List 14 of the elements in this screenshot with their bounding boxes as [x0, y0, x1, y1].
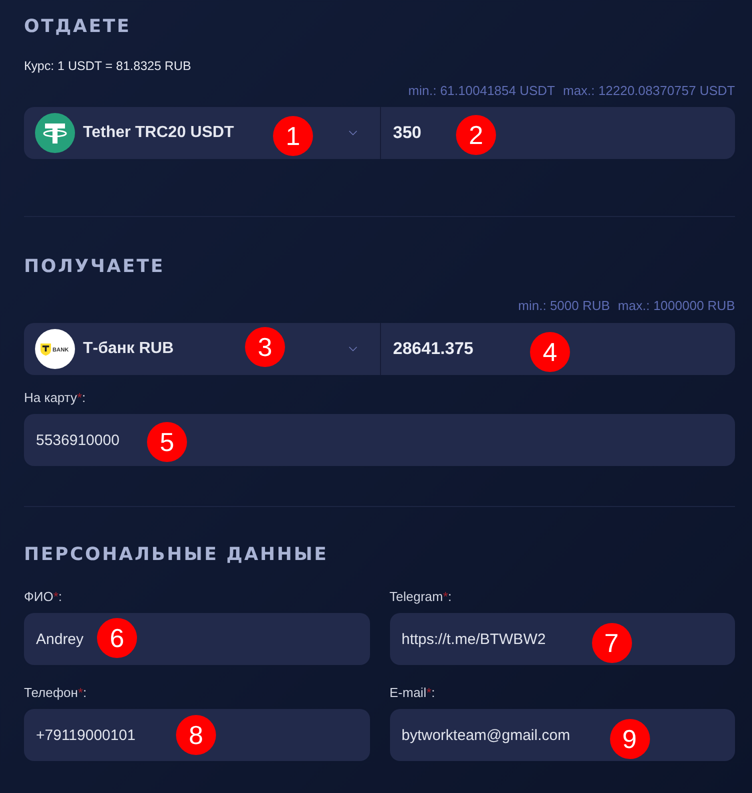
field-label: E-mail*: [390, 685, 436, 701]
section-heading: ОТДАЕТЕ [24, 17, 132, 37]
limit-text: max.: 1000000 RUB [618, 298, 735, 314]
section-heading: ПОЛУЧАЕТЕ [24, 257, 166, 277]
tether-logo-icon [35, 113, 75, 153]
section-heading: ПЕРСОНАЛЬНЫЕ ДАННЫЕ [24, 545, 330, 565]
field-label: На карту*: [24, 390, 87, 406]
limit-text: min.: 61.10041854 USDT [408, 83, 555, 99]
exchange-rate-text: Курс: 1 USDT = 81.8325 RUB [24, 58, 192, 74]
limit-text: max.: 12220.08370757 USDT [563, 83, 735, 99]
field-label: Телефон*: [24, 685, 88, 701]
field-label: Telegram*: [390, 589, 453, 605]
field-label: ФИО*: [24, 589, 64, 605]
limit-text: min.: 5000 RUB [518, 298, 610, 314]
